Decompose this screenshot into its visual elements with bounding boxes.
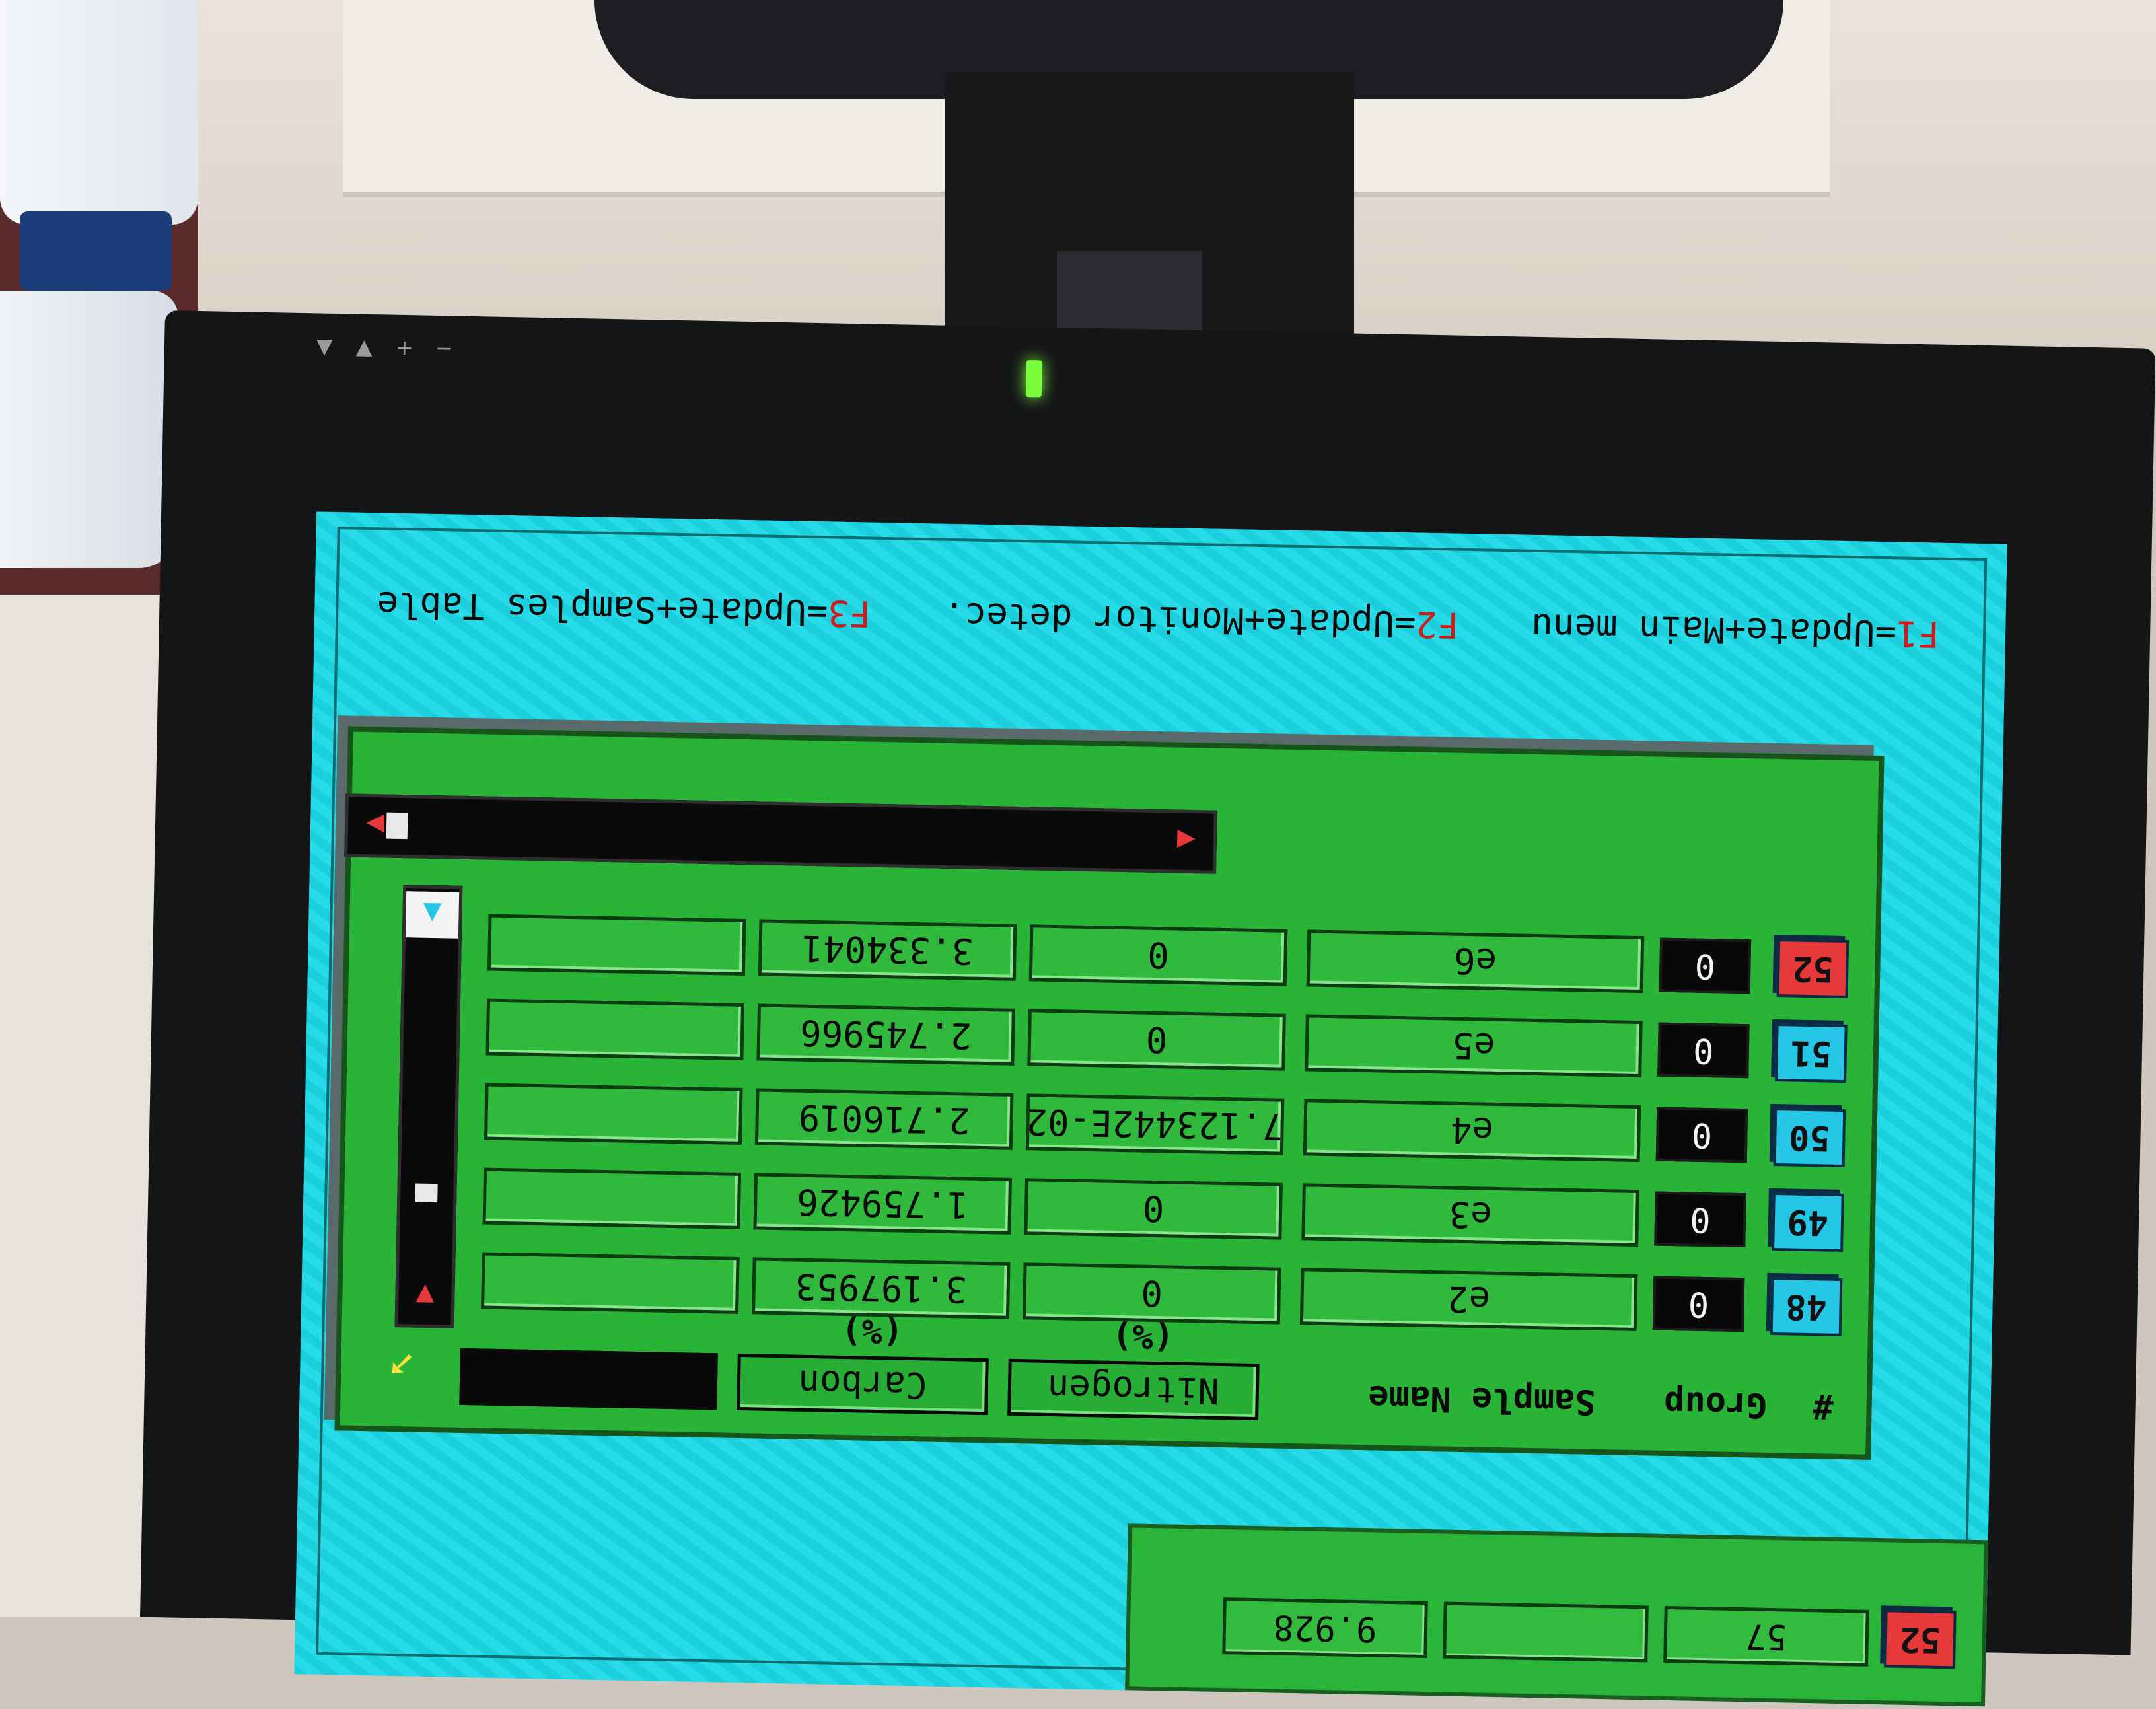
group-cell[interactable]: 0 — [1659, 937, 1752, 994]
mouse-cursor-icon: ➚ — [389, 1340, 415, 1387]
f2-hint[interactable]: F2=Update+Monitor detec. — [943, 583, 1460, 646]
current-sample-field-2[interactable] — [1443, 1601, 1649, 1663]
header-group: Group — [1663, 1383, 1768, 1425]
carbon-cell[interactable]: 2.745966 — [756, 1003, 1015, 1066]
extra-cell[interactable] — [481, 1252, 740, 1314]
monitor: ▼ ▲ + − 52 57 9.928 # Group Sample Name — [140, 310, 2156, 1707]
table-header: # Group Sample Name Nitrogen (%) Carbon … — [340, 1311, 1867, 1438]
extra-cell[interactable] — [487, 914, 746, 976]
nitrogen-cell[interactable]: 0 — [1027, 1009, 1286, 1071]
nitrogen-cell[interactable]: 0 — [1024, 1178, 1283, 1240]
vertical-scrollbar[interactable]: ▼ ▲ — [394, 885, 463, 1328]
row-number-badge[interactable]: 49 — [1772, 1192, 1844, 1253]
sample-name-cell[interactable]: e6 — [1306, 929, 1645, 994]
group-cell[interactable]: 0 — [1655, 1107, 1748, 1163]
row-number-badge[interactable]: 51 — [1775, 1023, 1848, 1083]
row-number-badge[interactable]: 48 — [1770, 1276, 1843, 1337]
nitrogen-column-button[interactable]: Nitrogen — [1007, 1358, 1260, 1421]
screen: 52 57 9.928 # Group Sample Name Nitrogen… — [294, 511, 2007, 1707]
bezel-minus-button[interactable]: − — [435, 336, 454, 361]
current-sample-panel: 52 57 9.928 — [1125, 1523, 1988, 1707]
power-led — [1025, 360, 1042, 398]
group-cell[interactable]: 0 — [1657, 1022, 1750, 1079]
f3-hint[interactable]: F3=Update+Samples Table — [377, 572, 871, 634]
group-cell[interactable]: 0 — [1652, 1276, 1745, 1332]
carbon-cell[interactable]: 3.197953 — [751, 1257, 1011, 1319]
extra-cell[interactable] — [482, 1167, 742, 1229]
dos-application: 52 57 9.928 # Group Sample Name Nitrogen… — [294, 511, 2007, 1707]
scroll-right-arrow-icon[interactable]: ▶ — [351, 797, 399, 855]
extra-cell[interactable] — [484, 1083, 743, 1145]
carbon-cell[interactable]: 1.759426 — [753, 1173, 1013, 1235]
row-number-badge[interactable]: 52 — [1776, 939, 1850, 999]
sample-name-cell[interactable]: e3 — [1301, 1183, 1639, 1247]
scroll-up-arrow-icon[interactable]: ▲ — [405, 891, 460, 939]
group-cell[interactable]: 0 — [1654, 1191, 1746, 1248]
sample-name-cell[interactable]: e4 — [1303, 1099, 1641, 1163]
f1-hint[interactable]: F1=Update+Main menu — [1531, 595, 1940, 655]
carbon-column-button[interactable]: Carbon — [737, 1353, 989, 1416]
extra-cell[interactable] — [485, 998, 745, 1061]
header-number: # — [1812, 1386, 1834, 1426]
wash-bottle-nozzle — [0, 291, 178, 568]
nitrogen-cell[interactable]: 0 — [1028, 924, 1288, 986]
scroll-down-arrow-icon[interactable]: ▼ — [398, 1272, 452, 1320]
nitrogen-cell[interactable]: 7.123442E-02 — [1025, 1093, 1285, 1155]
sample-name-cell[interactable]: e2 — [1299, 1268, 1638, 1332]
samples-table: # Group Sample Name Nitrogen (%) Carbon … — [334, 726, 1885, 1460]
bezel-plus-button[interactable]: + — [396, 335, 414, 361]
row-number-badge[interactable]: 50 — [1773, 1107, 1846, 1168]
vertical-scroll-thumb[interactable] — [415, 1183, 438, 1203]
bezel-down-button[interactable]: ▼ — [316, 333, 333, 358]
carbon-cell[interactable]: 3.334041 — [758, 919, 1017, 981]
wash-bottle-cap — [20, 211, 172, 291]
current-sample-row: 52 57 9.928 — [1222, 1597, 1957, 1669]
horizontal-scrollbar[interactable]: ◀ ▶ — [344, 793, 1217, 874]
wash-bottle — [0, 0, 198, 225]
scroll-left-arrow-icon[interactable]: ◀ — [1163, 813, 1210, 870]
current-sample-number: 52 — [1884, 1609, 1957, 1669]
nitrogen-cell[interactable]: 0 — [1022, 1262, 1281, 1325]
bezel-up-button[interactable]: ▲ — [356, 334, 373, 359]
extra-column-button[interactable] — [459, 1348, 718, 1410]
sample-name-cell[interactable]: e5 — [1305, 1014, 1643, 1078]
current-sample-field-1[interactable]: 57 — [1663, 1605, 1869, 1667]
current-sample-field-3[interactable]: 9.928 — [1222, 1597, 1428, 1659]
carbon-cell[interactable]: 2.716019 — [754, 1088, 1014, 1150]
header-sample-name: Sample Name — [1367, 1377, 1597, 1422]
